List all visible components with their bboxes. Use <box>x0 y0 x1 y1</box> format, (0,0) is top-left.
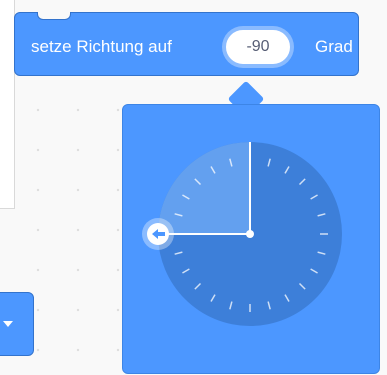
direction-dial[interactable] <box>123 105 381 375</box>
direction-dial-popup <box>122 104 380 374</box>
direction-input[interactable]: -90 <box>226 30 290 64</box>
caret-down-icon[interactable] <box>3 321 13 327</box>
set-direction-block[interactable]: setze Richtung auf -90 Grad <box>14 12 359 76</box>
dial-sweep <box>158 142 250 234</box>
dial-center <box>246 230 254 238</box>
block-palette-edge <box>0 0 15 209</box>
block-text-after: Grad <box>315 37 353 56</box>
block-notch <box>37 12 71 20</box>
block-text-before: setze Richtung auf <box>31 37 172 56</box>
dropdown-block[interactable] <box>0 292 34 356</box>
dial-handle[interactable] <box>142 218 174 250</box>
